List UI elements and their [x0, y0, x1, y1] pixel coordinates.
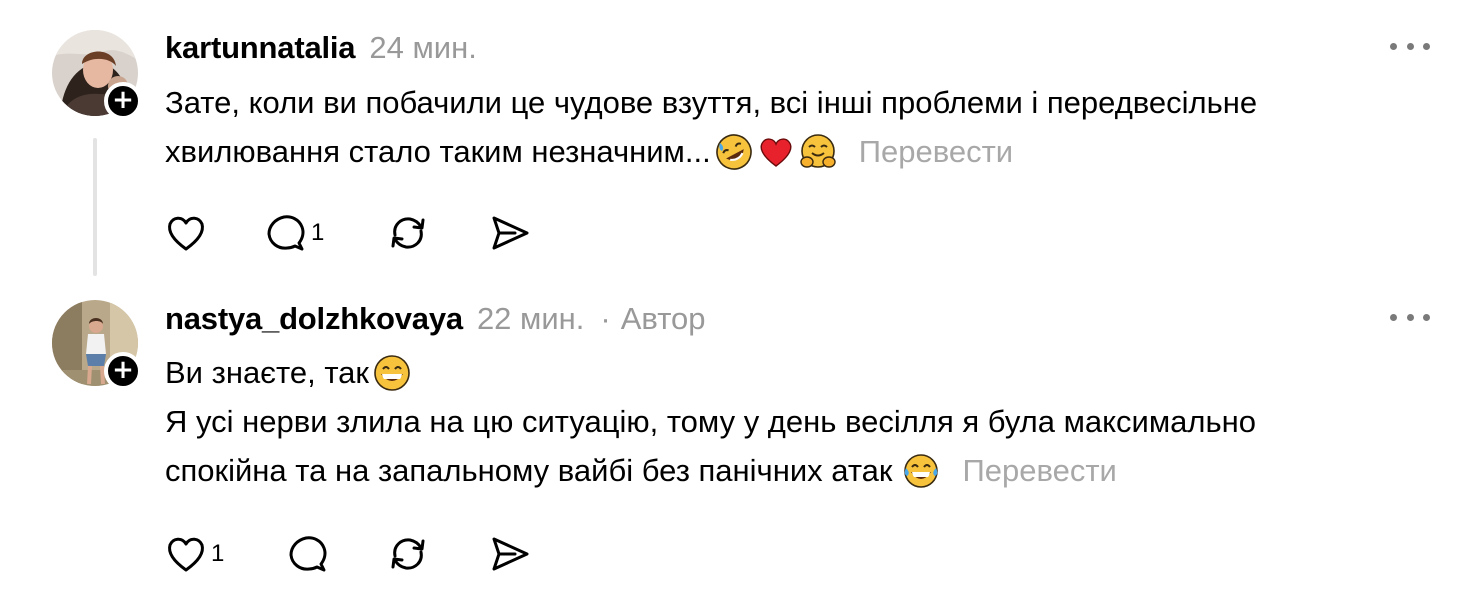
avatar[interactable]: + [52, 30, 142, 120]
comment-line: спокійна та на запальному вайбі без пані… [165, 453, 893, 488]
share-button[interactable] [489, 211, 531, 255]
comment-line: Я усі нерви злила на цю ситуацію, тому у… [165, 404, 1257, 439]
plus-badge-icon[interactable]: + [104, 352, 142, 390]
thread-line [93, 138, 97, 276]
separator-dot: · [600, 301, 611, 336]
post-header: kartunnatalia 24 мин. [165, 30, 477, 66]
reply-button[interactable]: 1 [265, 211, 387, 255]
repost-arrows-icon [391, 217, 425, 249]
rolling-on-floor-laughing-emoji [715, 133, 753, 171]
three-dots-icon [1390, 42, 1397, 50]
translate-link[interactable]: Перевести [859, 127, 1013, 176]
username[interactable]: kartunnatalia [165, 30, 356, 66]
speech-bubble-icon [289, 536, 327, 572]
tears-of-joy-emoji [902, 452, 940, 490]
like-button[interactable] [165, 211, 265, 255]
comment-line: хвилювання стало таким незначним... [165, 134, 711, 169]
repost-button[interactable] [387, 532, 489, 576]
repost-arrows-icon [391, 538, 425, 570]
username[interactable]: nastya_dolzhkovaya [165, 301, 463, 337]
reply-button[interactable] [287, 532, 387, 576]
grinning-face-emoji [373, 354, 411, 392]
action-bar: 1 [165, 532, 531, 576]
comment-line: Зате, коли ви побачили це чудове взуття,… [165, 85, 1258, 120]
comment-post: + kartunnatalia 24 мин. Зате, коли ви по… [0, 0, 1473, 290]
more-options-button[interactable] [1390, 36, 1430, 56]
plus-badge-icon[interactable]: + [104, 82, 142, 120]
reply-count: 1 [311, 219, 325, 246]
timestamp[interactable]: 24 мин. [369, 30, 476, 66]
translate-link[interactable]: Перевести [962, 446, 1116, 495]
comment-text: Ви знаєте, так Я усі нерви злила на цю с… [165, 348, 1256, 495]
avatar[interactable]: + [52, 300, 142, 390]
speech-bubble-icon [267, 215, 305, 251]
share-button[interactable] [489, 532, 531, 576]
more-options-button[interactable] [1390, 307, 1430, 327]
action-bar: 1 [165, 211, 531, 255]
three-dots-icon [1390, 313, 1397, 321]
like-count: 1 [211, 540, 225, 567]
comment-text: Зате, коли ви побачили це чудове взуття,… [165, 78, 1257, 176]
comment-post: + nastya_dolzhkovaya 22 мин. · Автор Ви … [0, 290, 1473, 600]
heart-outline-icon [168, 537, 204, 572]
hugging-face-emoji [799, 133, 837, 171]
author-tag: Автор [620, 301, 706, 336]
comment-line: Ви знаєте, так [165, 355, 369, 390]
paper-plane-icon [492, 537, 529, 571]
heart-outline-icon [168, 216, 204, 251]
like-button[interactable]: 1 [165, 532, 287, 576]
repost-button[interactable] [387, 211, 489, 255]
timestamp[interactable]: 22 мин. [477, 301, 584, 337]
post-header: nastya_dolzhkovaya 22 мин. · Автор [165, 301, 706, 337]
red-heart-emoji [757, 133, 795, 171]
paper-plane-icon [492, 216, 529, 250]
